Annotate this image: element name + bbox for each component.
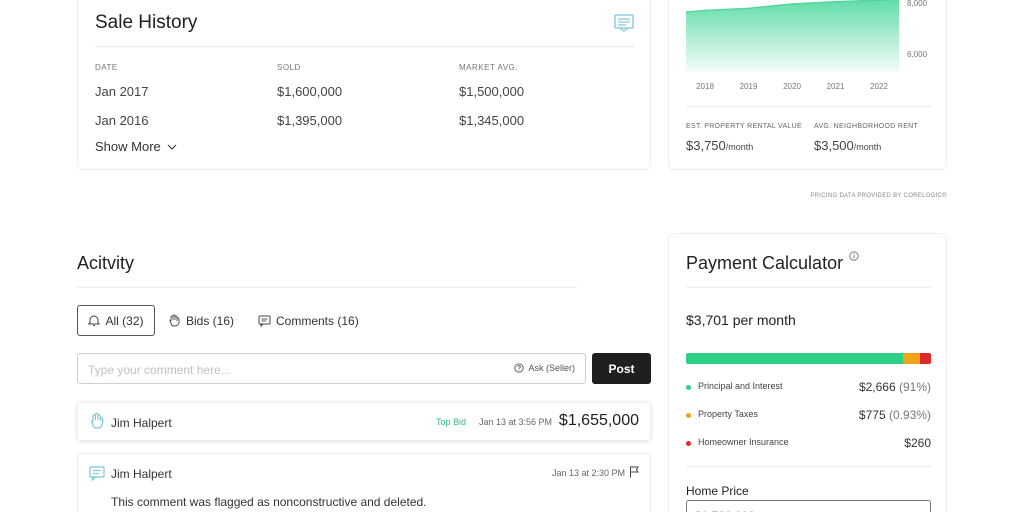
avg-rent-amount: $3,500 [814,138,854,153]
bar-segment-principal [686,353,904,364]
show-more-button[interactable]: Show More [95,139,177,154]
x-tick-label: 2018 [696,82,714,91]
receipt-icon [614,14,634,32]
x-tick-label: 2021 [827,82,845,91]
row-2-date: Jan 2016 [95,113,149,128]
bid-timestamp: Jan 13 at 3:56 PM [479,417,553,427]
legend-label: Homeowner Insurance [698,437,789,447]
y-tick-label: 8,000 [907,0,928,8]
column-header-market-avg: MARKET AVG. [459,63,518,72]
divider [686,106,931,107]
bar-segment-insurance [920,353,931,364]
legend-row-principal: Principal and Interest $2,666 (91%) [686,380,931,396]
home-price-label: Home Price [686,484,749,498]
legend-dot [686,441,691,446]
question-circle-icon [514,363,525,373]
avg-rent-label: AVG. NEIGHBORHOOD RENT [814,123,919,130]
top-bid-badge: Top Bid [436,417,467,427]
est-rental-value: $3,750/month [686,138,753,153]
legend-amount: $775 [858,408,886,422]
activity-title: Acitvity [77,253,135,273]
y-tick-label: 6,000 [907,50,928,59]
legend-amount: $2,666 [858,380,896,394]
post-button[interactable]: Post [592,353,651,384]
ask-seller-label: Ask (Seller) [528,363,575,373]
legend-label: Principal and Interest [698,381,783,391]
flag-icon[interactable] [629,466,639,478]
info-icon[interactable] [849,251,859,261]
divider [686,287,931,288]
legend-value: $2,666 (91%) [859,380,931,394]
comment-entry: Jim Halpert Jan 13 at 2:30 PM This comme… [77,453,651,512]
chevron-down-icon [167,144,177,150]
home-price-input[interactable]: $1,700,000 [686,500,931,512]
bid-entry: Jim Halpert Top Bid Jan 13 at 3:56 PM $1… [77,402,651,441]
column-header-date: DATE [95,63,118,72]
comment-icon [89,466,105,481]
bar-segment-taxes [903,353,921,364]
tab-bids-label: Bids (16) [186,313,235,328]
raised-hand-icon [169,314,180,327]
chart-area [686,0,899,72]
column-header-sold: SOLD [277,63,301,72]
commenter-name[interactable]: Jim Halpert [111,467,172,481]
sale-history-title: Sale History [95,12,198,33]
rent-chart-card: 2018 2019 2020 2021 2022 8,000 6,000 EST. PRO… [668,0,947,170]
x-tick-label: 2022 [870,82,888,91]
bell-icon [88,315,101,326]
legend-label: Property Taxes [698,409,758,419]
show-more-label: Show More [95,139,161,154]
row-2-sold: $1,395,000 [277,113,343,128]
divider [77,287,577,288]
tab-all-label: All (32) [105,313,144,328]
legend-amount: $260 [904,436,931,450]
est-rental-amount: $3,750 [686,138,726,153]
divider [686,466,931,467]
legend-percent: (91%) [898,380,931,394]
row-2-market-avg: $1,345,000 [459,113,525,128]
legend-dot [686,413,691,418]
row-1-market-avg: $1,500,000 [459,84,525,99]
comment-box: Ask (Seller) [77,353,586,384]
est-rental-label: EST. PROPERTY RENTAL VALUE [686,123,802,130]
comment-timestamp: Jan 13 at 2:30 PM [552,468,626,478]
avg-rent-unit: /month [853,142,882,152]
payment-breakdown-bar [686,353,931,364]
bidder-name[interactable]: Jim Halpert [111,416,172,430]
rent-area-chart: 2018 2019 2020 2021 2022 8,000 6,000 [685,0,928,91]
avg-rent-value: $3,500/month [814,138,881,153]
monthly-payment: $3,701 per month [686,312,796,328]
x-tick-label: 2019 [740,82,758,91]
ask-seller-toggle[interactable]: Ask (Seller) [514,363,575,373]
bid-amount: $1,655,000 [558,412,639,429]
comment-input[interactable] [88,361,468,378]
pricing-data-note: PRICING DATA PROVIDED BY CORELOGIC® [810,193,947,199]
raised-hand-icon [90,412,104,429]
legend-value: $260 [904,436,931,450]
tab-comments-label: Comments (16) [276,313,359,328]
row-1-sold: $1,600,000 [277,84,343,99]
comment-text: This comment was flagged as nonconstruct… [111,495,427,509]
x-tick-label: 2020 [783,82,801,91]
payment-calculator-card: Payment Calculator $3,701 per month Prin… [668,233,947,512]
est-rental-unit: /month [725,142,754,152]
legend-row-insurance: Homeowner Insurance $260 [686,436,931,452]
payment-calculator-title: Payment Calculator [686,253,844,273]
tab-comments[interactable]: Comments (16) [258,305,359,336]
legend-percent: (0.93%) [888,408,931,422]
tab-bids[interactable]: Bids (16) [168,305,234,336]
tab-all[interactable]: All (32) [77,305,155,336]
comment-icon [258,315,271,327]
row-1-date: Jan 2017 [95,84,149,99]
legend-dot [686,385,691,390]
divider [95,46,635,47]
legend-row-taxes: Property Taxes $775 (0.93%) [686,408,931,424]
sale-history-card: Sale History DATE SOLD MARKET AVG. Jan 2… [77,0,651,170]
page: Sale History DATE SOLD MARKET AVG. Jan 2… [0,0,1024,512]
legend-value: $775 (0.93%) [859,408,931,422]
